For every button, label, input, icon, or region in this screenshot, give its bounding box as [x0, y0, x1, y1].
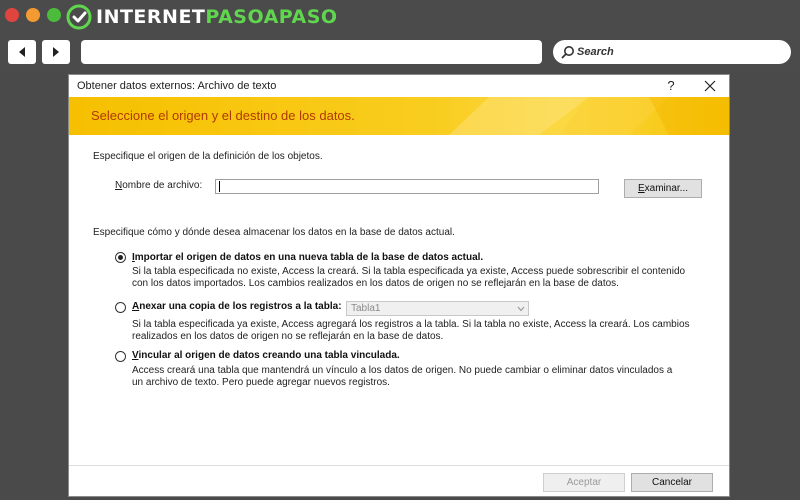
- browse-key: E: [637, 183, 645, 194]
- dialog-titlebar: Obtener datos externos: Archivo de texto…: [69, 75, 729, 97]
- import-text-dialog: Obtener datos externos: Archivo de texto…: [68, 74, 730, 497]
- append-table-value: Tabla1: [351, 303, 381, 314]
- back-button[interactable]: [8, 40, 36, 64]
- address-bar[interactable]: [81, 40, 542, 64]
- footer-divider: [69, 465, 729, 466]
- option-append-desc-1: Si la tabla especificada ya existe, Acce…: [132, 319, 690, 330]
- option-link-desc-2: un archivo de texto. Pero puede agregar …: [132, 377, 390, 388]
- cancel-button[interactable]: Cancelar: [631, 473, 713, 492]
- radio-import[interactable]: [115, 252, 126, 263]
- forward-button[interactable]: [42, 40, 70, 64]
- forward-arrow-icon: [53, 47, 59, 57]
- banner-heading: Seleccione el origen y el destino de los…: [91, 108, 355, 123]
- option-link-desc-1: Access creará una tabla que mantendrá un…: [132, 365, 673, 376]
- filename-label-text: ombre de archivo:: [122, 180, 203, 191]
- filename-label: Nombre de archivo:: [115, 180, 202, 191]
- option-import-text: mportar el origen de datos en una nueva …: [134, 252, 484, 263]
- site-logo: INTERNETPASOAPASO: [66, 4, 338, 30]
- append-table-combo[interactable]: Tabla1: [346, 301, 529, 316]
- option-link-label[interactable]: Vincular al origen de datos creando una …: [132, 350, 400, 361]
- option-link-text: incular al origen de datos creando una t…: [138, 350, 400, 361]
- search-input[interactable]: Search: [553, 40, 791, 64]
- storage-heading: Especifique cómo y dónde desea almacenar…: [93, 227, 455, 238]
- close-icon: [704, 80, 716, 92]
- logo-icon: [66, 4, 92, 30]
- option-import-desc-1: Si la tabla especificada no existe, Acce…: [132, 266, 686, 277]
- option-append-desc-2: realizados en los datos de origen no se …: [132, 331, 444, 342]
- text-caret: [219, 181, 220, 192]
- radio-link[interactable]: [115, 351, 126, 362]
- option-import-label[interactable]: Importar el origen de datos en una nueva…: [132, 252, 483, 263]
- filename-input[interactable]: [215, 179, 599, 194]
- radio-append[interactable]: [115, 302, 126, 313]
- option-append-label[interactable]: Anexar una copia de los registros a la t…: [132, 301, 342, 312]
- dialog-banner: Seleccione el origen y el destino de los…: [69, 97, 729, 135]
- help-button[interactable]: ?: [663, 77, 679, 95]
- option-append-text: nexar una copia de los registros a la ta…: [139, 301, 342, 312]
- browse-label: xaminar...: [644, 183, 689, 194]
- close-dialog-button[interactable]: [701, 77, 719, 95]
- option-import-desc-2: con los datos importados. Los cambios re…: [132, 278, 619, 289]
- search-icon: [561, 45, 575, 59]
- search-placeholder: Search: [577, 46, 614, 58]
- logo-text: INTERNETPASOAPASO: [96, 6, 338, 28]
- dialog-title: Obtener datos externos: Archivo de texto: [77, 80, 277, 92]
- minimize-window-button[interactable]: [26, 8, 40, 22]
- chevron-down-icon: [514, 302, 528, 315]
- maximize-window-button[interactable]: [47, 8, 61, 22]
- close-window-button[interactable]: [5, 8, 19, 22]
- browser-titlebar: INTERNETPASOAPASO: [0, 0, 800, 34]
- back-arrow-icon: [19, 47, 25, 57]
- accept-button[interactable]: Aceptar: [543, 473, 625, 492]
- browser-navbar: Search: [0, 34, 800, 72]
- browse-button[interactable]: Examinar...: [624, 179, 702, 198]
- source-heading: Especifique el origen de la definición d…: [93, 151, 323, 162]
